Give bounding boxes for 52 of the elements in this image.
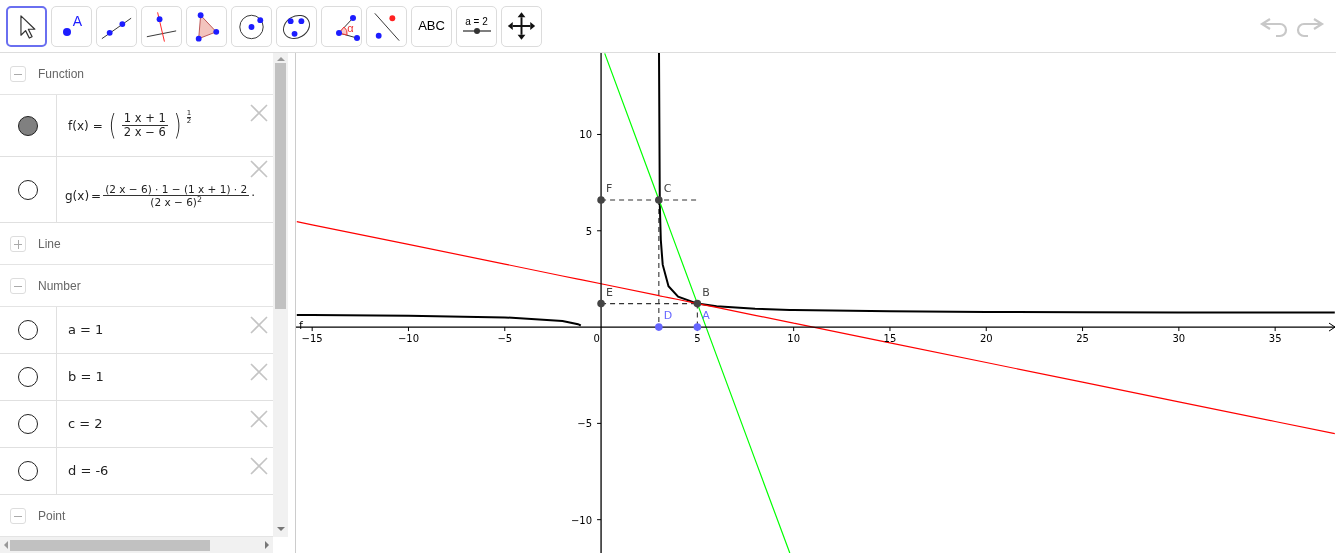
point-label: B — [702, 285, 710, 299]
tool-button[interactable]: A — [51, 5, 92, 47]
axis-tick-label: −10 — [570, 514, 593, 526]
tool-button[interactable]: α — [321, 5, 362, 47]
axis-tick-label: 5 — [585, 225, 593, 237]
axis-tick-label: 25 — [1076, 333, 1089, 345]
axis-tick-label: 15 — [883, 333, 897, 345]
group-title: Number — [38, 277, 81, 295]
tool-button[interactable] — [6, 5, 47, 47]
number-definition: a = 1 — [68, 321, 104, 340]
point-marker[interactable] — [655, 196, 663, 204]
number-definition: c = 2 — [68, 415, 103, 434]
visibility-toggle[interactable] — [18, 320, 38, 340]
point-label: E — [606, 285, 613, 299]
axis-tick-label: 5 — [694, 333, 701, 345]
group-title: Function — [38, 65, 85, 83]
axis-tick-label: 20 — [979, 333, 993, 345]
point-marker[interactable] — [693, 323, 702, 331]
tool-button[interactable]: a = 2 — [456, 5, 497, 47]
visibility-toggle[interactable] — [18, 179, 38, 200]
axis-tick-label: −10 — [397, 333, 420, 345]
visibility-toggle[interactable] — [18, 414, 38, 434]
visibility-toggle[interactable] — [18, 115, 38, 136]
visibility-toggle[interactable] — [18, 461, 38, 481]
axis-tick-label: 10 — [787, 333, 801, 345]
point-marker[interactable] — [597, 299, 605, 308]
axis-tick-label: −5 — [577, 418, 593, 430]
number-definition: b = 1 — [68, 368, 104, 387]
group-title: Line — [38, 235, 61, 253]
point-icon — [60, 25, 73, 38]
vertical-scrollbar[interactable] — [273, 53, 288, 537]
axis-tick-label: 10 — [579, 129, 593, 141]
function-definition: g(x) = (2 x − 6) · 1 − (1 x + 1) · 2 (2 x − 6)$^{2}$ · — [65, 182, 255, 209]
point-label: F — [606, 181, 613, 195]
point-label: C — [663, 181, 672, 195]
group-title: Point — [38, 507, 66, 525]
point-marker[interactable] — [655, 323, 663, 331]
horizontal-scrollbar[interactable] — [0, 537, 273, 553]
axis-tick-label: 0 — [593, 333, 600, 345]
point-marker[interactable] — [693, 299, 702, 308]
number-definition: d = -6 — [68, 462, 109, 481]
visibility-toggle[interactable] — [18, 367, 38, 387]
axis-tick-label: −15 — [301, 333, 323, 345]
tool-button[interactable]: ABC — [411, 5, 452, 47]
axis-tick-label: 30 — [1172, 333, 1186, 345]
axis-tick-label: −5 — [497, 333, 513, 345]
axis-tick-label: 35 — [1268, 333, 1282, 345]
point-label: A — [702, 309, 710, 323]
slider-icon — [461, 27, 492, 35]
point-label: D — [663, 309, 673, 323]
function-label: f — [299, 319, 303, 333]
point-marker[interactable] — [597, 196, 605, 204]
